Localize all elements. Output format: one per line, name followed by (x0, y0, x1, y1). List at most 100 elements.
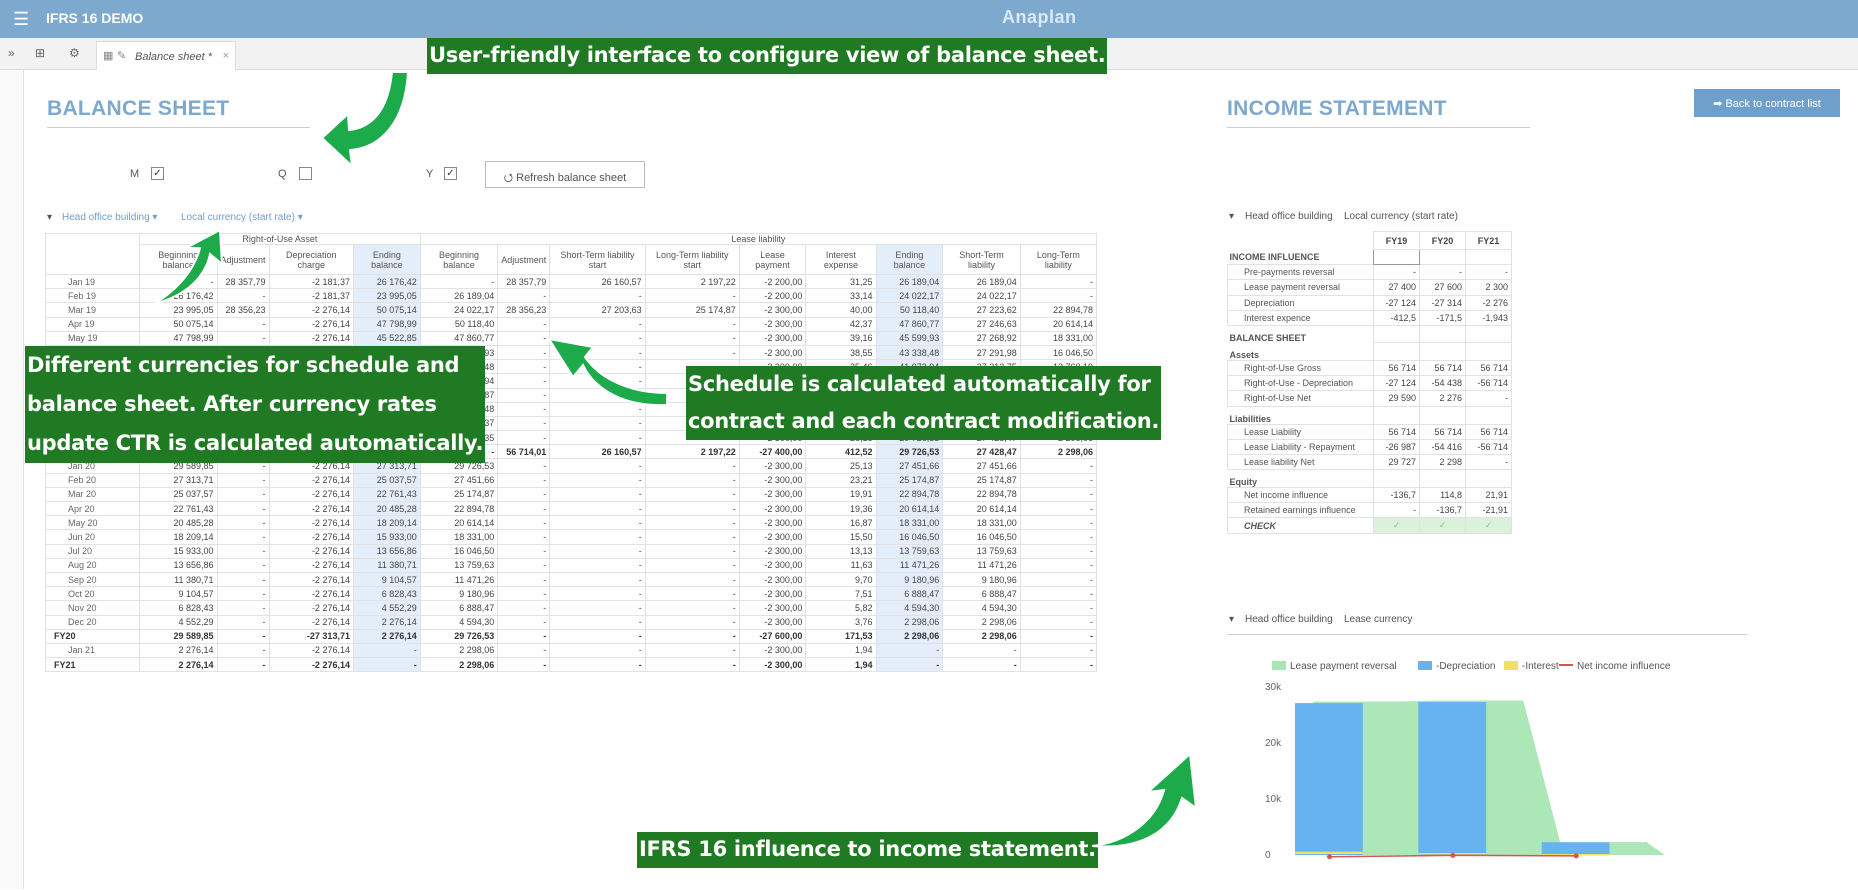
table-cell[interactable]: 171,53 (805, 628, 877, 644)
table-cell[interactable]: - (644, 586, 740, 602)
table-cell[interactable]: - (1019, 458, 1098, 474)
table-cell[interactable]: - (497, 614, 551, 630)
table-cell[interactable]: -2 276,14 (268, 500, 354, 517)
table-cell[interactable]: - (644, 288, 740, 304)
table-cell[interactable]: 26 160,57 (549, 444, 646, 460)
table-cell[interactable]: 2 298,06 (875, 614, 944, 630)
table-cell[interactable]: - (1019, 642, 1098, 659)
table-cell[interactable]: 27 451,66 (942, 458, 1021, 474)
table-cell[interactable]: 2 298 (1419, 453, 1466, 471)
table-cell[interactable]: -54 438 (1419, 375, 1466, 392)
table-cell[interactable]: 6 828,43 (352, 586, 421, 602)
table-cell[interactable]: 11 380,71 (139, 571, 218, 588)
table-cell[interactable]: 50 075,14 (352, 302, 421, 318)
table-cell[interactable]: -2 300,00 (738, 458, 807, 474)
table-cell[interactable]: 47 860,77 (419, 330, 499, 346)
table-cell[interactable]: -2 276,14 (268, 515, 354, 531)
table-cell[interactable]: - (1019, 628, 1098, 644)
table-cell[interactable]: 15 933,00 (139, 543, 218, 559)
table-cell[interactable]: - (549, 316, 646, 332)
table-cell[interactable]: - (644, 515, 740, 531)
gear-icon[interactable]: ⚙ (69, 46, 80, 60)
table-cell[interactable]: - (644, 571, 740, 588)
table-cell[interactable]: - (497, 515, 551, 531)
table-cell[interactable]: 23,21 (805, 472, 877, 488)
table-cell[interactable]: 9,70 (805, 571, 877, 588)
table-cell[interactable]: 22 894,78 (942, 486, 1021, 503)
table-cell[interactable]: - (497, 557, 551, 573)
table-cell[interactable]: 29 590 (1373, 390, 1420, 407)
table-cell[interactable]: 16 046,50 (875, 529, 944, 545)
table-cell[interactable]: 13 759,63 (942, 543, 1021, 559)
table-cell[interactable]: 50 075,14 (139, 316, 218, 332)
table-cell[interactable]: - (549, 614, 646, 630)
table-cell[interactable]: -2 276,14 (268, 557, 354, 573)
table-cell[interactable]: - (497, 430, 551, 446)
table-cell[interactable]: 26 189,04 (419, 288, 499, 304)
table-cell[interactable]: 27 291,98 (942, 344, 1021, 361)
close-icon[interactable]: × (223, 50, 229, 62)
table-cell[interactable]: - (216, 614, 270, 630)
table-cell[interactable]: - (644, 628, 740, 644)
table-cell[interactable]: 6 888,47 (419, 600, 499, 616)
table-cell[interactable]: 29 589,85 (139, 628, 218, 644)
table-cell[interactable]: - (644, 642, 740, 659)
table-cell[interactable]: -2 300,00 (738, 600, 807, 616)
table-cell[interactable]: - (644, 316, 740, 332)
table-cell[interactable]: -1,943 (1465, 309, 1512, 326)
table-cell[interactable]: 45 599,93 (875, 330, 944, 346)
table-cell[interactable]: - (497, 500, 551, 517)
table-cell[interactable]: -2 276,14 (268, 316, 354, 332)
table-cell[interactable]: - (644, 657, 740, 673)
table-cell[interactable]: - (216, 657, 270, 673)
checkbox-q[interactable] (299, 167, 312, 180)
table-cell[interactable]: 24 022,17 (419, 302, 499, 318)
table-cell[interactable]: - (216, 600, 270, 616)
table-cell[interactable]: - (942, 657, 1021, 673)
table-cell[interactable]: -2 276,14 (268, 657, 354, 673)
table-cell[interactable]: -136,7 (1373, 487, 1420, 504)
is-currency-filter[interactable]: Local currency (start rate) (1344, 211, 1458, 222)
table-cell[interactable]: 43 338,48 (875, 344, 944, 361)
collapse-caret-icon[interactable]: ▾ (1229, 614, 1234, 625)
table-cell[interactable]: -27 124 (1373, 294, 1420, 311)
table-cell[interactable]: 9 104,57 (352, 571, 421, 588)
table-cell[interactable]: - (1019, 557, 1098, 573)
table-cell[interactable]: -27 600,00 (738, 628, 807, 644)
table-cell[interactable]: - (1419, 264, 1466, 281)
table-cell[interactable]: - (1019, 543, 1098, 559)
table-cell[interactable]: 22 761,43 (139, 500, 218, 517)
table-cell[interactable]: -2 300,00 (738, 543, 807, 559)
table-cell[interactable]: - (497, 657, 551, 673)
table-cell[interactable]: - (419, 273, 499, 290)
table-cell[interactable]: 9 180,96 (875, 571, 944, 588)
table-cell[interactable]: 11,63 (805, 557, 877, 573)
table-cell[interactable]: 31,25 (805, 273, 877, 290)
table-cell[interactable]: 22 894,78 (875, 486, 944, 503)
table-cell[interactable]: - (497, 600, 551, 616)
table-cell[interactable]: - (216, 316, 270, 332)
table-cell[interactable]: 27 451,66 (419, 472, 499, 488)
table-cell[interactable]: 26 189,04 (875, 273, 944, 290)
table-cell[interactable]: - (1019, 500, 1098, 517)
table-cell[interactable]: 3,76 (805, 614, 877, 630)
table-cell[interactable]: -27 124 (1373, 375, 1420, 392)
table-cell[interactable]: - (216, 543, 270, 559)
table-cell[interactable]: - (216, 500, 270, 517)
table-cell[interactable]: 20 485,28 (352, 500, 421, 517)
table-cell[interactable]: 50 118,40 (875, 302, 944, 318)
table-cell[interactable]: 4 552,29 (352, 600, 421, 616)
table-cell[interactable]: - (644, 557, 740, 573)
table-cell[interactable]: -26 987 (1373, 438, 1420, 455)
table-cell[interactable]: -2 276,14 (268, 543, 354, 559)
table-cell[interactable]: 20 614,14 (875, 500, 944, 517)
table-cell[interactable]: -2 276 (1465, 294, 1512, 311)
table-cell[interactable]: 25 174,87 (644, 302, 740, 318)
table-cell[interactable]: - (216, 586, 270, 602)
table-cell[interactable]: 4 594,30 (419, 614, 499, 630)
table-cell[interactable]: - (549, 571, 646, 588)
table-cell[interactable]: - (216, 628, 270, 644)
table-cell[interactable]: 27 268,92 (942, 330, 1021, 346)
table-cell[interactable]: 2 276,14 (139, 642, 218, 659)
table-cell[interactable]: 25 037,57 (352, 472, 421, 488)
